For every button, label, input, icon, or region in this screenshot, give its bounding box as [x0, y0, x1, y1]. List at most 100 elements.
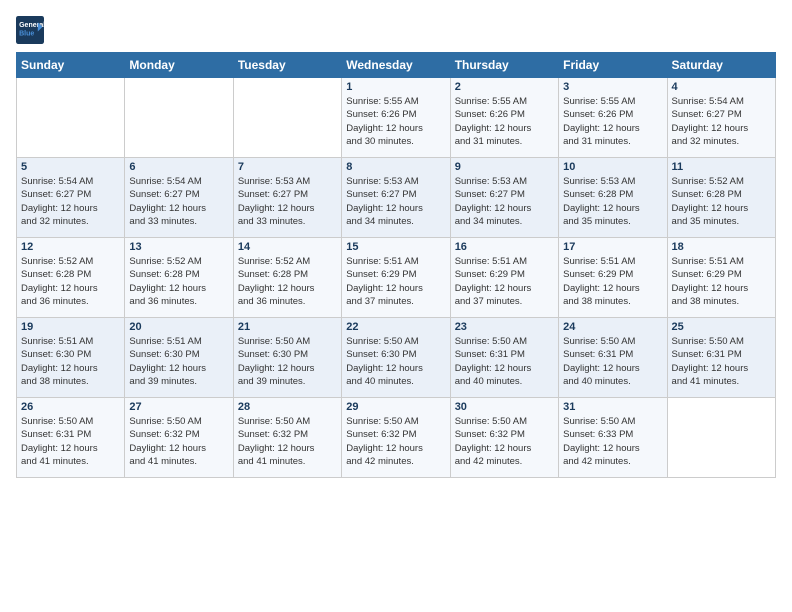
day-number: 12 — [21, 241, 120, 253]
calendar-cell: 12 Sunrise: 5:52 AM Sunset: 6:28 PM Dayli… — [17, 238, 125, 318]
day-info: Sunrise: 5:54 AM Sunset: 6:27 PM Dayligh… — [129, 175, 228, 228]
day-info: Sunrise: 5:51 AM Sunset: 6:29 PM Dayligh… — [672, 255, 771, 308]
day-number: 19 — [21, 321, 120, 333]
day-info: Sunrise: 5:53 AM Sunset: 6:27 PM Dayligh… — [455, 175, 554, 228]
day-info: Sunrise: 5:52 AM Sunset: 6:28 PM Dayligh… — [21, 255, 120, 308]
calendar-table: SundayMondayTuesdayWednesdayThursdayFrid… — [16, 52, 776, 478]
calendar-cell: 9 Sunrise: 5:53 AM Sunset: 6:27 PM Daylig… — [450, 158, 558, 238]
calendar-cell — [17, 78, 125, 158]
calendar-cell: 7 Sunrise: 5:53 AM Sunset: 6:27 PM Daylig… — [233, 158, 341, 238]
day-number: 20 — [129, 321, 228, 333]
day-number: 10 — [563, 161, 662, 173]
day-info: Sunrise: 5:54 AM Sunset: 6:27 PM Dayligh… — [672, 95, 771, 148]
day-number: 2 — [455, 81, 554, 93]
day-number: 4 — [672, 81, 771, 93]
day-info: Sunrise: 5:50 AM Sunset: 6:31 PM Dayligh… — [672, 335, 771, 388]
day-info: Sunrise: 5:50 AM Sunset: 6:32 PM Dayligh… — [129, 415, 228, 468]
day-number: 22 — [346, 321, 445, 333]
day-header-friday: Friday — [559, 53, 667, 78]
day-info: Sunrise: 5:50 AM Sunset: 6:30 PM Dayligh… — [238, 335, 337, 388]
day-number: 1 — [346, 81, 445, 93]
calendar-cell: 2 Sunrise: 5:55 AM Sunset: 6:26 PM Daylig… — [450, 78, 558, 158]
calendar-cell: 24 Sunrise: 5:50 AM Sunset: 6:31 PM Dayli… — [559, 318, 667, 398]
calendar-cell: 18 Sunrise: 5:51 AM Sunset: 6:29 PM Dayli… — [667, 238, 775, 318]
calendar-week-row: 19 Sunrise: 5:51 AM Sunset: 6:30 PM Dayli… — [17, 318, 776, 398]
calendar-cell: 29Sunrise: 5:50 AM Sunset: 6:32 PM Dayli… — [342, 398, 450, 478]
day-header-monday: Monday — [125, 53, 233, 78]
day-number: 13 — [129, 241, 228, 253]
day-info: Sunrise: 5:50 AM Sunset: 6:32 PM Dayligh… — [238, 415, 337, 468]
day-info: Sunrise: 5:52 AM Sunset: 6:28 PM Dayligh… — [238, 255, 337, 308]
calendar-cell: 23 Sunrise: 5:50 AM Sunset: 6:31 PM Dayli… — [450, 318, 558, 398]
day-number: 16 — [455, 241, 554, 253]
day-info: Sunrise: 5:51 AM Sunset: 6:29 PM Dayligh… — [455, 255, 554, 308]
calendar-cell: 6Sunrise: 5:54 AM Sunset: 6:27 PM Daylig… — [125, 158, 233, 238]
calendar-cell: 13 Sunrise: 5:52 AM Sunset: 6:28 PM Dayli… — [125, 238, 233, 318]
day-info: Sunrise: 5:53 AM Sunset: 6:27 PM Dayligh… — [346, 175, 445, 228]
day-number: 26 — [21, 401, 120, 413]
calendar-cell: 31 Sunrise: 5:50 AM Sunset: 6:33 PM Dayli… — [559, 398, 667, 478]
svg-text:Blue: Blue — [19, 30, 34, 37]
day-info: Sunrise: 5:51 AM Sunset: 6:29 PM Dayligh… — [563, 255, 662, 308]
day-number: 21 — [238, 321, 337, 333]
day-info: Sunrise: 5:50 AM Sunset: 6:31 PM Dayligh… — [563, 335, 662, 388]
calendar-cell: 10Sunrise: 5:53 AM Sunset: 6:28 PM Dayli… — [559, 158, 667, 238]
day-info: Sunrise: 5:51 AM Sunset: 6:29 PM Dayligh… — [346, 255, 445, 308]
calendar-cell — [125, 78, 233, 158]
calendar-week-row: 1 Sunrise: 5:55 AM Sunset: 6:26 PM Daylig… — [17, 78, 776, 158]
day-number: 11 — [672, 161, 771, 173]
day-info: Sunrise: 5:55 AM Sunset: 6:26 PM Dayligh… — [346, 95, 445, 148]
calendar-cell: 3Sunrise: 5:55 AM Sunset: 6:26 PM Daylig… — [559, 78, 667, 158]
day-header-wednesday: Wednesday — [342, 53, 450, 78]
calendar-cell: 4 Sunrise: 5:54 AM Sunset: 6:27 PM Daylig… — [667, 78, 775, 158]
calendar-cell: 16 Sunrise: 5:51 AM Sunset: 6:29 PM Dayli… — [450, 238, 558, 318]
calendar-week-row: 5 Sunrise: 5:54 AM Sunset: 6:27 PM Daylig… — [17, 158, 776, 238]
days-header-row: SundayMondayTuesdayWednesdayThursdayFrid… — [17, 53, 776, 78]
day-number: 3 — [563, 81, 662, 93]
calendar-cell: 26 Sunrise: 5:50 AM Sunset: 6:31 PM Dayli… — [17, 398, 125, 478]
day-info: Sunrise: 5:53 AM Sunset: 6:27 PM Dayligh… — [238, 175, 337, 228]
calendar-cell: 14Sunrise: 5:52 AM Sunset: 6:28 PM Dayli… — [233, 238, 341, 318]
day-info: Sunrise: 5:50 AM Sunset: 6:30 PM Dayligh… — [346, 335, 445, 388]
calendar-cell — [667, 398, 775, 478]
day-number: 25 — [672, 321, 771, 333]
day-number: 24 — [563, 321, 662, 333]
day-info: Sunrise: 5:50 AM Sunset: 6:31 PM Dayligh… — [455, 335, 554, 388]
day-number: 5 — [21, 161, 120, 173]
day-number: 23 — [455, 321, 554, 333]
day-info: Sunrise: 5:50 AM Sunset: 6:32 PM Dayligh… — [346, 415, 445, 468]
calendar-cell — [233, 78, 341, 158]
day-info: Sunrise: 5:54 AM Sunset: 6:27 PM Dayligh… — [21, 175, 120, 228]
calendar-cell: 17Sunrise: 5:51 AM Sunset: 6:29 PM Dayli… — [559, 238, 667, 318]
calendar-cell: 21 Sunrise: 5:50 AM Sunset: 6:30 PM Dayli… — [233, 318, 341, 398]
day-number: 18 — [672, 241, 771, 253]
day-info: Sunrise: 5:55 AM Sunset: 6:26 PM Dayligh… — [455, 95, 554, 148]
day-info: Sunrise: 5:52 AM Sunset: 6:28 PM Dayligh… — [672, 175, 771, 228]
day-number: 7 — [238, 161, 337, 173]
day-info: Sunrise: 5:51 AM Sunset: 6:30 PM Dayligh… — [21, 335, 120, 388]
day-info: Sunrise: 5:50 AM Sunset: 6:31 PM Dayligh… — [21, 415, 120, 468]
day-info: Sunrise: 5:52 AM Sunset: 6:28 PM Dayligh… — [129, 255, 228, 308]
calendar-week-row: 26 Sunrise: 5:50 AM Sunset: 6:31 PM Dayli… — [17, 398, 776, 478]
day-info: Sunrise: 5:51 AM Sunset: 6:30 PM Dayligh… — [129, 335, 228, 388]
day-number: 30 — [455, 401, 554, 413]
day-header-saturday: Saturday — [667, 53, 775, 78]
calendar-cell: 15Sunrise: 5:51 AM Sunset: 6:29 PM Dayli… — [342, 238, 450, 318]
calendar-cell: 1 Sunrise: 5:55 AM Sunset: 6:26 PM Daylig… — [342, 78, 450, 158]
day-header-sunday: Sunday — [17, 53, 125, 78]
calendar-cell: 11 Sunrise: 5:52 AM Sunset: 6:28 PM Dayli… — [667, 158, 775, 238]
day-header-tuesday: Tuesday — [233, 53, 341, 78]
calendar-week-row: 12 Sunrise: 5:52 AM Sunset: 6:28 PM Dayli… — [17, 238, 776, 318]
calendar-cell: 25 Sunrise: 5:50 AM Sunset: 6:31 PM Dayli… — [667, 318, 775, 398]
calendar-cell: 28 Sunrise: 5:50 AM Sunset: 6:32 PM Dayli… — [233, 398, 341, 478]
calendar-cell: 19 Sunrise: 5:51 AM Sunset: 6:30 PM Dayli… — [17, 318, 125, 398]
day-number: 28 — [238, 401, 337, 413]
day-header-thursday: Thursday — [450, 53, 558, 78]
day-number: 31 — [563, 401, 662, 413]
day-number: 9 — [455, 161, 554, 173]
logo: General Blue — [16, 16, 48, 44]
day-info: Sunrise: 5:50 AM Sunset: 6:33 PM Dayligh… — [563, 415, 662, 468]
day-number: 8 — [346, 161, 445, 173]
calendar-cell: 27Sunrise: 5:50 AM Sunset: 6:32 PM Dayli… — [125, 398, 233, 478]
calendar-cell: 5 Sunrise: 5:54 AM Sunset: 6:27 PM Daylig… — [17, 158, 125, 238]
